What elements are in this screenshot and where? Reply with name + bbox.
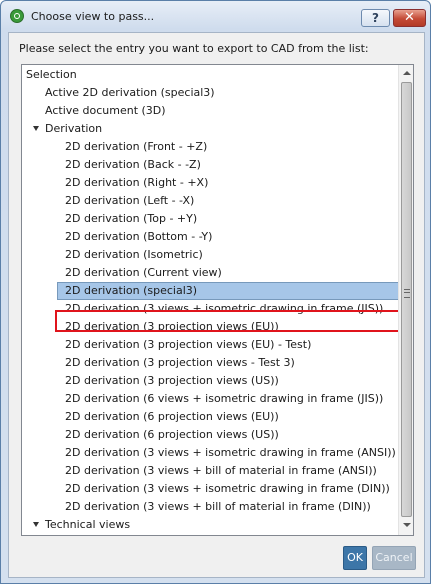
tree-item-label: 2D derivation (Isometric) [65,248,203,261]
tree-item[interactable]: Technical views [22,516,397,534]
grip-icon [404,289,410,298]
tree-item-label: Active 2D derivation (special3) [45,86,215,99]
view-tree-list[interactable]: Selection Active 2D derivation (special3)… [21,64,414,536]
tree-item[interactable]: 2D derivation (Left - -X) [22,192,397,210]
tree-item[interactable]: 2D derivation (3 views + isometric drawi… [22,300,397,318]
cancel-button[interactable]: Cancel [372,546,416,570]
tree-item[interactable]: 2D derivation (3 projection views (US)) [22,372,397,390]
tree-item-label: 2D derivation (3 views + bill of materia… [65,500,371,513]
tree-item-label: 2D derivation (6 projection views (US)) [65,428,279,441]
tree-item[interactable]: 2D derivation (6 projection views (US)) [22,426,397,444]
ok-button[interactable]: OK [343,546,367,570]
scroll-up-icon[interactable] [403,71,411,75]
tree-item[interactable]: 2D derivation (Current view) [22,264,397,282]
tree-item[interactable]: 2D derivation (6 projection views (EU)) [22,408,397,426]
triangle-down-icon[interactable] [33,522,39,527]
tree-item-label: 2D derivation (3 views + bill of materia… [65,464,377,477]
tree-item[interactable]: 2D derivation (Top - +Y) [22,210,397,228]
scroll-down-icon[interactable] [403,523,411,527]
tree-item-label: 2D derivation (Left - -X) [65,194,195,207]
close-button[interactable]: ✕ [393,9,426,27]
window-title: Choose view to pass... [31,10,155,23]
tree-item-selected[interactable]: 2D derivation (special3) [22,282,400,300]
tree-item-label: Technical views [45,518,131,531]
tree-item[interactable]: 2D derivation (3 views + isometric drawi… [22,480,397,498]
scrollbar-thumb[interactable] [401,82,412,517]
tree-item-label: 2D derivation (Back - -Z) [65,158,201,171]
tree-item[interactable]: 2D derivation (6 views + isometric drawi… [22,390,397,408]
tree-item[interactable]: 2D derivation (3 views + isometric drawi… [22,444,397,462]
tree-item[interactable]: 2D derivation (Right - +X) [22,174,397,192]
tree-item[interactable]: Active document (3D) [22,102,397,120]
tree-item-label: Derivation [45,122,103,135]
tree-item-label: Active document (3D) [45,104,166,117]
dialog-window: Choose view to pass... ? ✕ Please select… [0,0,431,584]
tree-item-label: 2D derivation (6 projection views (EU)) [65,410,279,423]
tree-item[interactable]: Derivation [22,120,397,138]
tree-item[interactable]: 2D derivation (3 projection views (EU)) [22,318,397,336]
title-bar[interactable]: Choose view to pass... ? ✕ [1,1,430,31]
tree-item[interactable]: 2D derivation (Bottom - -Y) [22,228,397,246]
tree-item-label: 2D derivation (3 views + isometric drawi… [65,446,396,459]
tree-item-label: 2D derivation (3 projection views (US)) [65,374,279,387]
tree-item[interactable]: 2D derivation (3 projection views (EU) -… [22,336,397,354]
tree-item[interactable]: Active 2D derivation (special3) [22,84,397,102]
tree-item-label: 2D derivation (3 projection views (EU)) [65,320,279,333]
help-button[interactable]: ? [361,9,390,27]
tree-item[interactable]: Selection [22,66,397,84]
tree-item-label: 2D derivation (3 projection views (EU) -… [65,338,312,351]
tree-item-label: 2D derivation (Bottom - -Y) [65,230,213,243]
tree-item[interactable]: 2D derivation (3 views + bill of materia… [22,498,397,516]
tree-item-label: 2D derivation (Top - +Y) [65,212,198,225]
app-icon [10,9,24,23]
dialog-body: Please select the entry you want to expo… [8,32,425,578]
tree-item-label: Selection [26,68,77,81]
tree-item[interactable]: 2D derivation (Back - -Z) [22,156,397,174]
tree-item-label: 2D derivation (Front - +Z) [65,140,208,153]
tree-item-label: 2D derivation (Right - +X) [65,176,209,189]
tree-item-label: 2D derivation (3 views + isometric drawi… [65,482,390,495]
triangle-down-icon[interactable] [33,126,39,131]
tree-item-label: 2D derivation (Current view) [65,266,222,279]
tree-item[interactable]: 2D derivation (Isometric) [22,246,397,264]
tree-item-label: 2D derivation (3 views + isometric drawi… [65,302,384,315]
tree-item-label: 2D derivation (special3) [65,284,198,297]
prompt-label: Please select the entry you want to expo… [19,42,369,55]
tree-item[interactable]: 2D derivation (3 projection views - Test… [22,354,397,372]
vertical-scrollbar[interactable] [398,65,413,535]
tree-item[interactable]: 2D derivation (Front - +Z) [22,138,397,156]
tree-item-label: 2D derivation (3 projection views - Test… [65,356,295,369]
tree-item-label: 2D derivation (6 views + isometric drawi… [65,392,384,405]
tree-item[interactable]: 2D derivation (3 views + bill of materia… [22,462,397,480]
